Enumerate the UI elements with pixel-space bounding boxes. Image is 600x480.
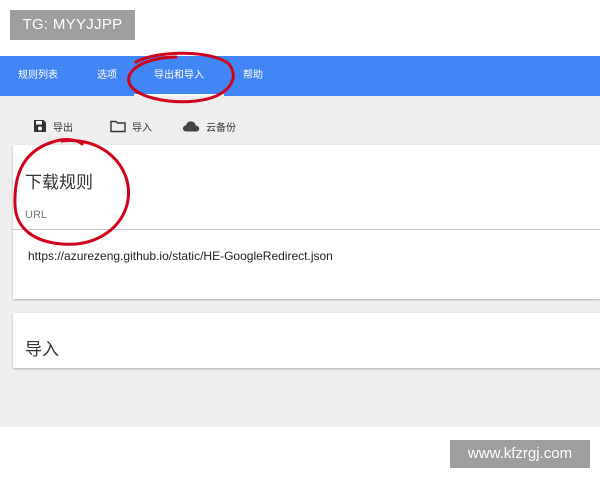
import-card: 导入 (13, 313, 600, 368)
cloud-backup-label: 云备份 (206, 122, 236, 134)
cloud-icon (182, 119, 200, 133)
import-button[interactable]: 导入 (110, 116, 152, 136)
tab-help[interactable]: 帮助 (243, 56, 263, 96)
cloud-backup-button[interactable]: 云备份 (182, 116, 236, 136)
tab-bar: 规则列表 选项 导出和导入 帮助 (0, 56, 600, 96)
import-card-title: 导入 (25, 340, 59, 360)
watermark-bottom: www.kfzrgj.com (450, 440, 590, 468)
export-label: 导出 (53, 122, 73, 134)
tab-rule-list[interactable]: 规则列表 (18, 56, 58, 96)
watermark-top: TG: MYYJJPP (10, 10, 135, 40)
tab-options[interactable]: 选项 (97, 56, 117, 96)
export-button[interactable]: 导出 (33, 116, 73, 136)
folder-icon (110, 119, 126, 133)
url-input[interactable]: https://azurezeng.github.io/static/HE-Go… (28, 249, 588, 263)
import-label: 导入 (132, 122, 152, 134)
save-icon (33, 119, 47, 133)
download-rules-card: 下载规则 URL https://azurezeng.github.io/sta… (13, 145, 600, 299)
url-field-underline (13, 229, 600, 230)
download-rules-title: 下载规则 (25, 173, 93, 193)
url-field-label: URL (25, 209, 48, 221)
tab-export-import[interactable]: 导出和导入 (154, 56, 204, 96)
